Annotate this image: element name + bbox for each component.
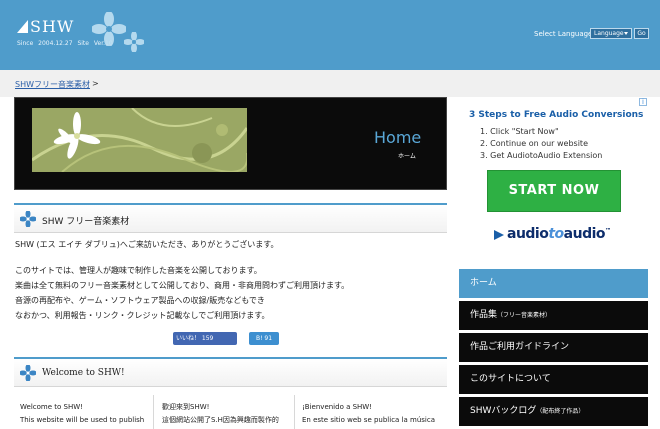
welcome-column-english: Welcome to SHW! This website will be use… (20, 401, 144, 427)
hatena-bookmark-button[interactable]: B! 91 (249, 332, 279, 345)
intro-line-5: なおかつ、利用報告・リンク・クレジット記載なしでご利用頂けます。 (15, 311, 270, 320)
ad-step: 3. Get AudiotoAudio Extension (480, 151, 603, 160)
flower-icon (92, 12, 126, 46)
nav-label: このサイトについて (470, 374, 551, 384)
logo-triangle-icon (17, 20, 28, 33)
column-text: This website will be used to publish (20, 416, 145, 424)
intro-line-2: このサイトでは、管理人が趣味で制作した音楽を公開しております。 (15, 266, 262, 275)
hero-subtitle: ホーム (398, 153, 416, 160)
language-select[interactable]: Language (590, 28, 632, 39)
nav-label: 作品集 (470, 310, 498, 320)
ad-brand-logo[interactable]: audiotoaudio™ (507, 226, 611, 242)
play-icon (494, 230, 504, 240)
intro-line-1: SHW (エス エイチ ダブリュ)へご来訪いただき、ありがとうございます。 (15, 240, 279, 249)
breadcrumb-separator: > (92, 79, 99, 88)
nav-sublabel: （配布終了作品） (536, 408, 585, 415)
ad-step: 2. Continue on our website (480, 139, 588, 148)
intro-line-3: 楽曲は全て無料のフリー音楽素材として公開しており、商用・非商用問わずご利用頂けま… (15, 281, 350, 290)
ad-step: 1. Click "Start Now" (480, 127, 559, 136)
ad-start-now-button[interactable]: START NOW (487, 170, 621, 212)
ad-info-icon[interactable]: i (639, 98, 647, 106)
column-divider (294, 395, 295, 429)
floral-banner-image (32, 108, 247, 172)
nav-label: 作品ご利用ガイドライン (470, 342, 570, 352)
welcome-column-chinese: 歡迎來到SHW! 這個網站公開了S.H因為興趣而製作的 (162, 401, 279, 427)
nav-item-guidelines[interactable]: 作品ご利用ガイドライン (459, 333, 648, 362)
star-flower-icon (20, 211, 36, 227)
breadcrumb-link-home[interactable]: SHWフリー音楽素材 (15, 79, 90, 90)
language-go-button[interactable]: Go (634, 28, 649, 39)
nav-label: SHWバックログ (470, 406, 537, 416)
ad-title[interactable]: 3 Steps to Free Audio Conversions (469, 110, 643, 120)
nav-item-works[interactable]: 作品集（フリー音楽素材） (459, 301, 648, 330)
nav-item-backlog[interactable]: SHWバックログ（配布終了作品） (459, 397, 648, 426)
column-heading: 歡迎來到SHW! (162, 403, 210, 411)
language-label: Select Language : (534, 30, 597, 38)
trademark: ™ (605, 227, 611, 235)
column-heading: ¡Bienvenido a SHW! (302, 403, 373, 411)
column-text: 這個網站公開了S.H因為興趣而製作的 (162, 416, 279, 424)
nav-label: ホーム (470, 278, 497, 288)
breadcrumb (0, 70, 660, 97)
small-flower-icon (124, 32, 144, 52)
brand-part: audio (563, 226, 606, 242)
section-heading-shw: SHW フリー音楽素材 (14, 203, 447, 233)
nav-sublabel: （フリー音楽素材） (497, 312, 552, 319)
facebook-like-button[interactable]: いいね！ 159 (173, 332, 237, 345)
site-logo[interactable]: SHW (30, 17, 74, 36)
column-divider (153, 395, 154, 429)
section-title: Welcome to SHW! (42, 368, 125, 378)
brand-part: audio (507, 226, 549, 242)
nav-item-about[interactable]: このサイトについて (459, 365, 648, 394)
brand-part: to (548, 226, 564, 242)
ad-steps: 1. Click "Start Now" 2. Continue on our … (480, 126, 602, 162)
star-flower-icon (20, 365, 36, 381)
intro-line-4: 音源の再配布や、ゲーム・ソフトウェア製品への収録/販売などもでき (15, 296, 265, 305)
section-heading-welcome: Welcome to SHW! (14, 357, 447, 387)
hero-title: Home (374, 128, 422, 147)
column-text: En este sitio web se publica la música (302, 416, 436, 424)
column-heading: Welcome to SHW! (20, 403, 83, 411)
nav-item-home[interactable]: ホーム (459, 269, 648, 298)
welcome-column-spanish: ¡Bienvenido a SHW! En este sitio web se … (302, 401, 435, 427)
section-title: SHW フリー音楽素材 (42, 217, 130, 227)
since-text: Since 2004.12.27 (17, 40, 73, 47)
